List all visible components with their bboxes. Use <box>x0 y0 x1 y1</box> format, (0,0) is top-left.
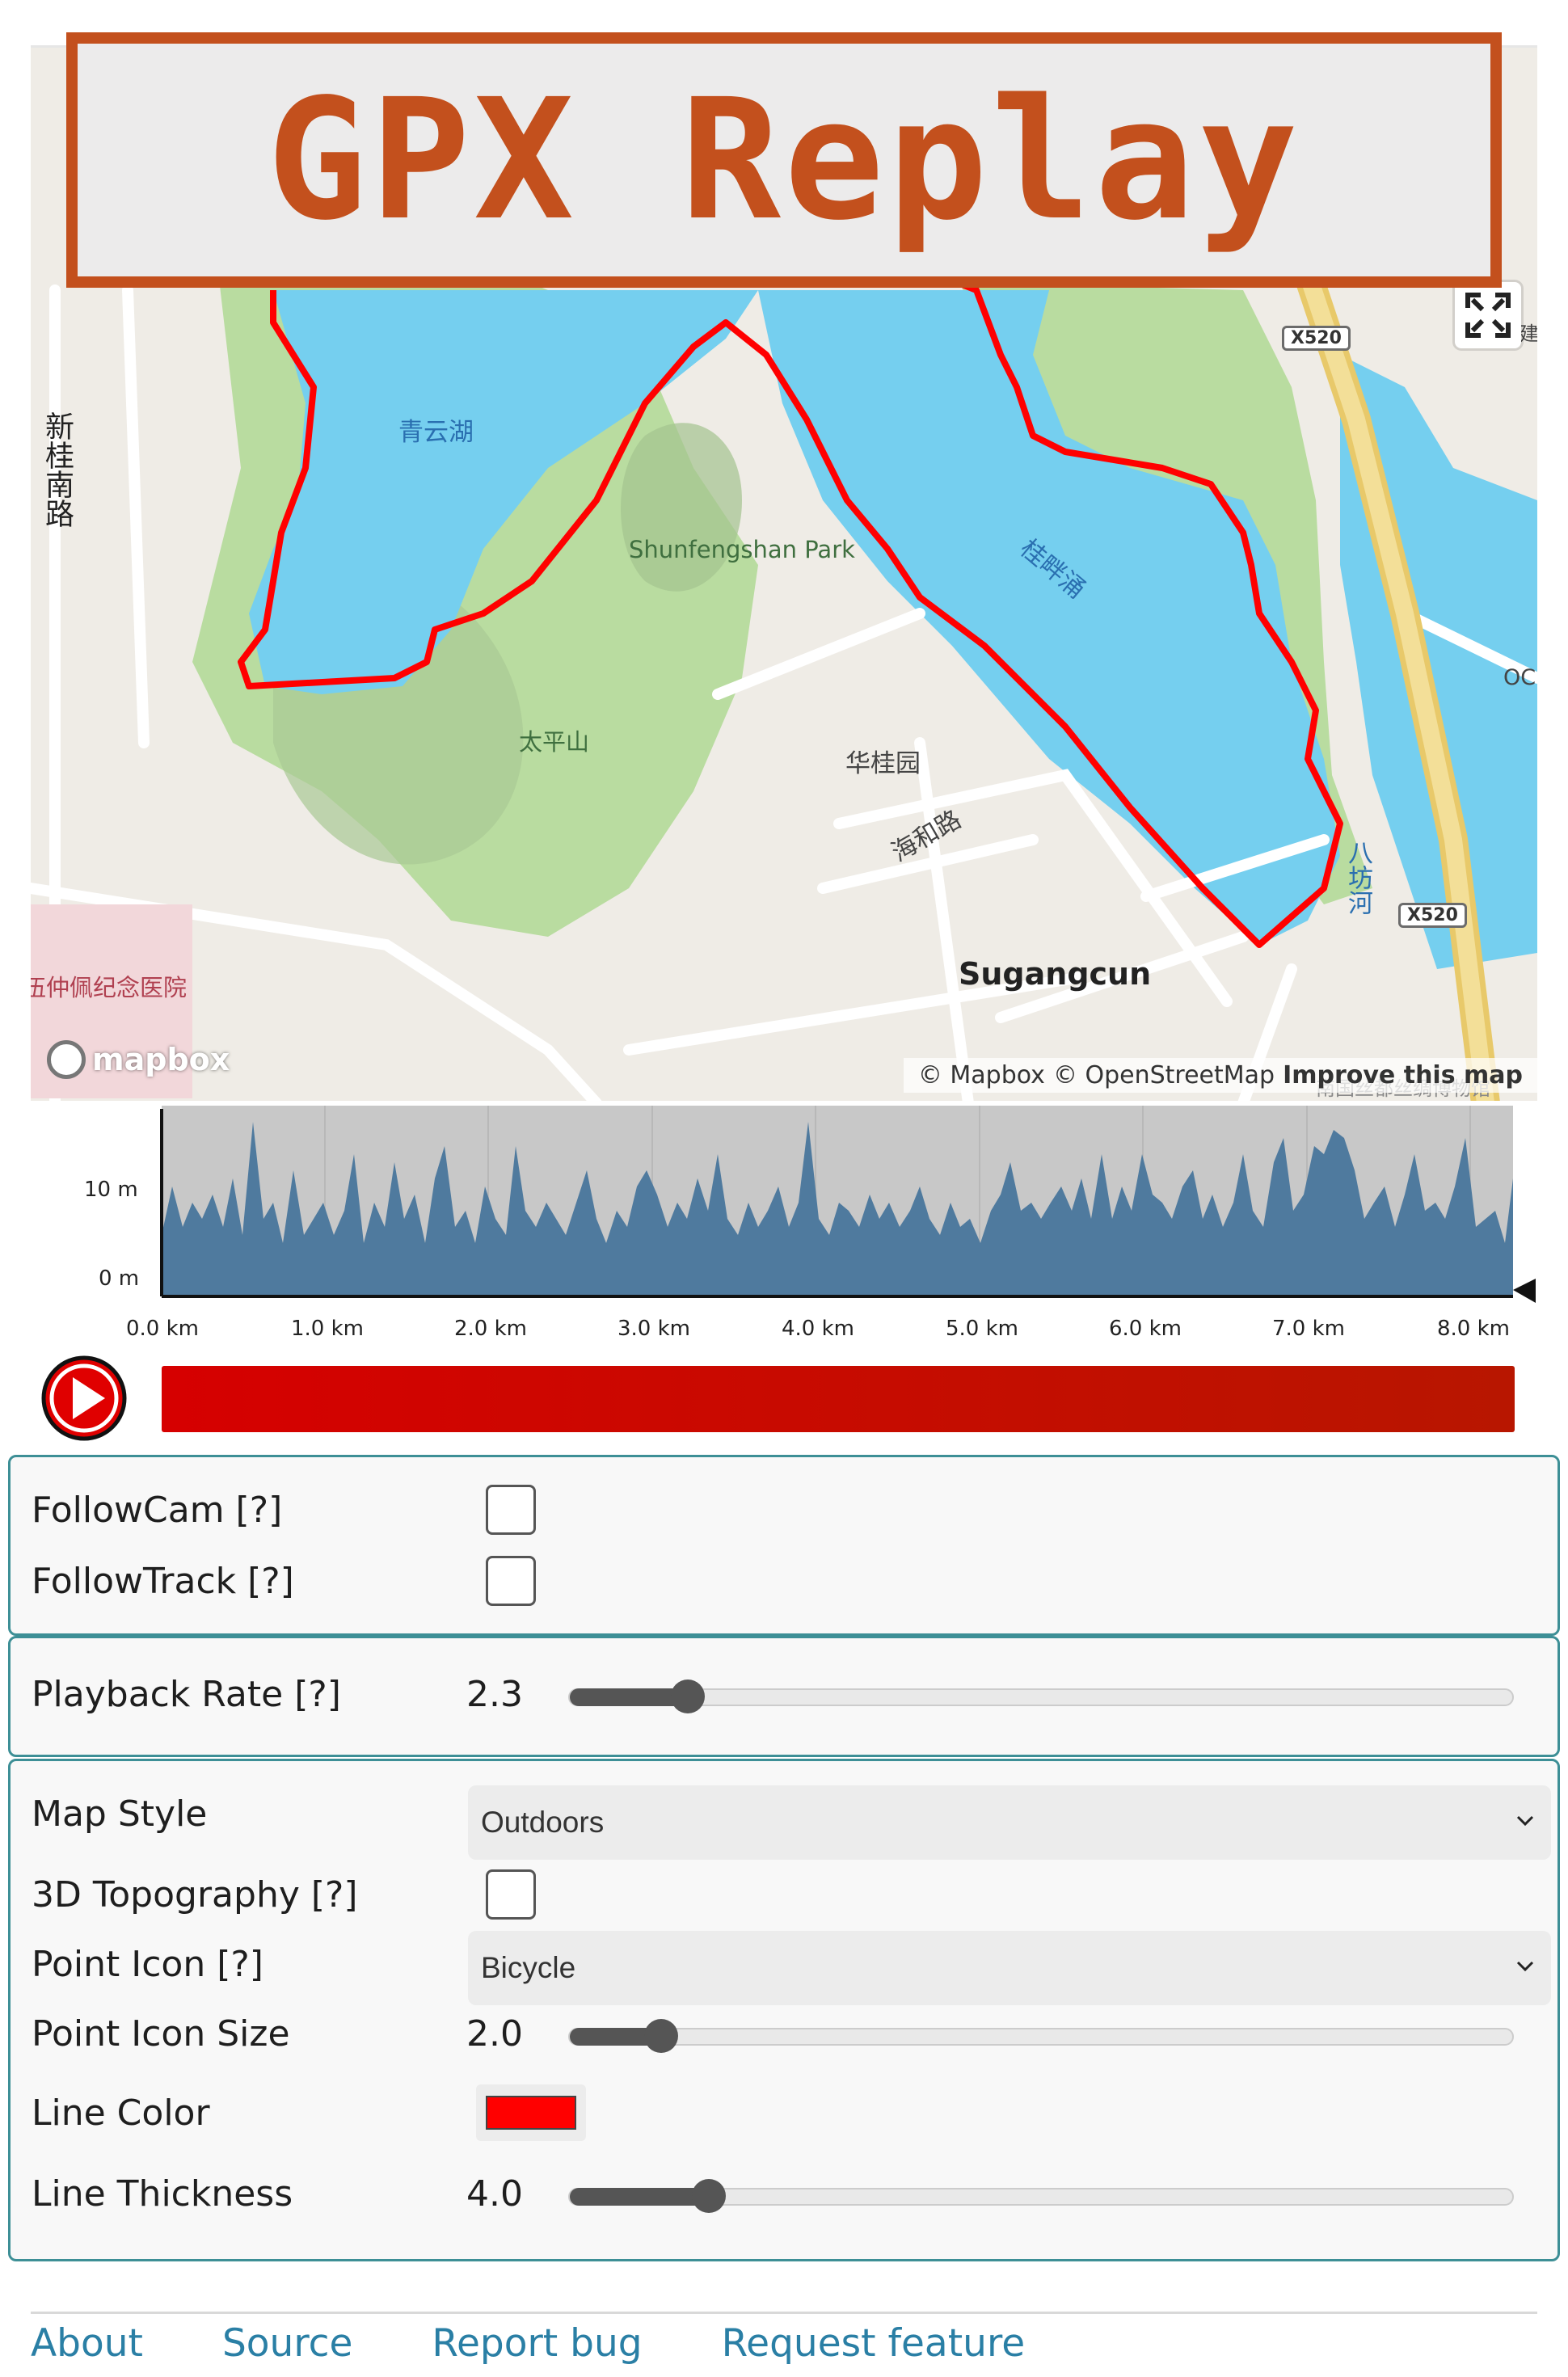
report-bug-link[interactable]: Report bug <box>432 2321 642 2366</box>
elevation-chart[interactable]: 10 m 0 m 0.0 km 1.0 km 2.0 km 3.0 km 4.0… <box>31 1106 1537 1348</box>
point-icon-select[interactable]: Bicycle <box>468 1931 1551 2005</box>
mapbox-logo-icon <box>47 1040 86 1079</box>
mapbox-logo-text: mapbox <box>92 1042 230 1077</box>
slider-thumb[interactable] <box>644 2019 678 2053</box>
slider-thumb[interactable] <box>671 1679 705 1713</box>
playback-rate-value: 2.3 <box>466 1674 523 1715</box>
x-tick-label: 8.0 km <box>1437 1317 1510 1341</box>
followcam-checkbox[interactable] <box>486 1485 536 1535</box>
point-icon-size-slider[interactable] <box>568 2019 1514 2053</box>
x-tick-label: 6.0 km <box>1109 1317 1182 1341</box>
playback-rate-label: Playback Rate [?] <box>32 1674 341 1715</box>
fullscreen-button[interactable] <box>1455 282 1521 348</box>
topography-label: 3D Topography [?] <box>32 1874 358 1916</box>
point-icon-label: Point Icon [?] <box>32 1944 263 1985</box>
x-tick-label: 0.0 km <box>126 1317 199 1341</box>
chevron-down-icon <box>1516 1961 1534 1972</box>
map-label-bafanghe: 八坊河 <box>1343 840 1372 915</box>
footer-divider <box>31 2312 1537 2314</box>
map-label-hospital: 伍仲佩纪念医院 <box>31 974 188 1001</box>
road-shield-x520-north: X520 <box>1282 326 1351 351</box>
line-color-label: Line Color <box>32 2093 210 2134</box>
chevron-down-icon <box>1516 1815 1534 1827</box>
footer: About Source Report bug Request feature <box>31 2321 1104 2366</box>
request-feature-link[interactable]: Request feature <box>722 2321 1026 2366</box>
map-style-select[interactable]: Outdoors <box>468 1785 1551 1860</box>
point-icon-value: Bicycle <box>481 1951 576 1984</box>
map-attribution: © Mapbox © OpenStreetMap Improve this ma… <box>903 1058 1537 1093</box>
line-thickness-slider[interactable] <box>568 2179 1514 2213</box>
point-icon-size-value: 2.0 <box>466 2013 523 2055</box>
map-label-sugangcun: Sugangcun <box>959 956 1152 992</box>
line-color-picker[interactable] <box>476 2084 586 2141</box>
y-tick-label: 0 m <box>99 1266 139 1291</box>
x-tick-label: 7.0 km <box>1272 1317 1345 1341</box>
x-tick-label: 3.0 km <box>618 1317 690 1341</box>
fullscreen-icon <box>1465 293 1511 338</box>
road-shield-x520-south: X520 <box>1398 903 1467 928</box>
app-title: GPX Replay <box>266 63 1302 257</box>
attribution-osm-link[interactable]: © OpenStreetMap <box>1053 1061 1275 1089</box>
source-link[interactable]: Source <box>222 2321 352 2366</box>
x-tick-label: 1.0 km <box>291 1317 364 1341</box>
map-label-huaguiyuan: 华桂园 <box>845 749 921 778</box>
line-thickness-value: 4.0 <box>466 2173 523 2215</box>
followtrack-label: FollowTrack [?] <box>32 1561 294 1602</box>
slider-fill <box>570 2188 709 2206</box>
followcam-label: FollowCam [?] <box>32 1490 283 1531</box>
title-banner: GPX Replay <box>66 32 1502 288</box>
playback-rate-slider[interactable] <box>568 1679 1514 1713</box>
map-label-park: Shunfengshan Park <box>629 536 855 563</box>
point-icon-size-label: Point Icon Size <box>32 2013 290 2055</box>
map-label-taipingshan: 太平山 <box>519 728 590 756</box>
line-color-swatch <box>486 2096 576 2130</box>
play-icon <box>41 1355 127 1441</box>
x-tick-label: 2.0 km <box>454 1317 527 1341</box>
style-panel: Map Style Outdoors 3D Topography [?] Poi… <box>8 1759 1560 2261</box>
mapbox-logo: mapbox <box>47 1040 230 1079</box>
x-tick-label: 5.0 km <box>946 1317 1018 1341</box>
map-label-oc: OC <box>1503 665 1536 690</box>
x-tick-label: 4.0 km <box>782 1317 854 1341</box>
map-style-label: Map Style <box>32 1793 208 1835</box>
about-link[interactable]: About <box>31 2321 143 2366</box>
follow-panel: FollowCam [?] FollowTrack [?] <box>8 1455 1560 1636</box>
map-label-lake: 青云湖 <box>398 418 474 447</box>
map-style-value: Outdoors <box>481 1806 605 1839</box>
improve-map-link[interactable]: Improve this map <box>1283 1061 1523 1089</box>
topography-checkbox[interactable] <box>486 1869 536 1920</box>
play-button[interactable] <box>40 1355 128 1442</box>
elevation-svg[interactable]: 10 m 0 m 0.0 km 1.0 km 2.0 km 3.0 km 4.0… <box>31 1106 1537 1348</box>
playback-rate-panel: Playback Rate [?] 2.3 <box>8 1636 1560 1757</box>
y-tick-label: 10 m <box>84 1178 138 1202</box>
elevation-position-marker <box>1513 1279 1536 1303</box>
map-label-jian: 建 <box>1520 322 1537 345</box>
attribution-mapbox-link[interactable]: © Mapbox <box>918 1061 1045 1089</box>
playback-progress-bar[interactable] <box>162 1366 1515 1432</box>
line-thickness-label: Line Thickness <box>32 2173 293 2215</box>
slider-thumb[interactable] <box>692 2179 726 2213</box>
map-label-xinguinanlu: 新桂南路 <box>40 411 74 528</box>
followtrack-checkbox[interactable] <box>486 1556 536 1606</box>
